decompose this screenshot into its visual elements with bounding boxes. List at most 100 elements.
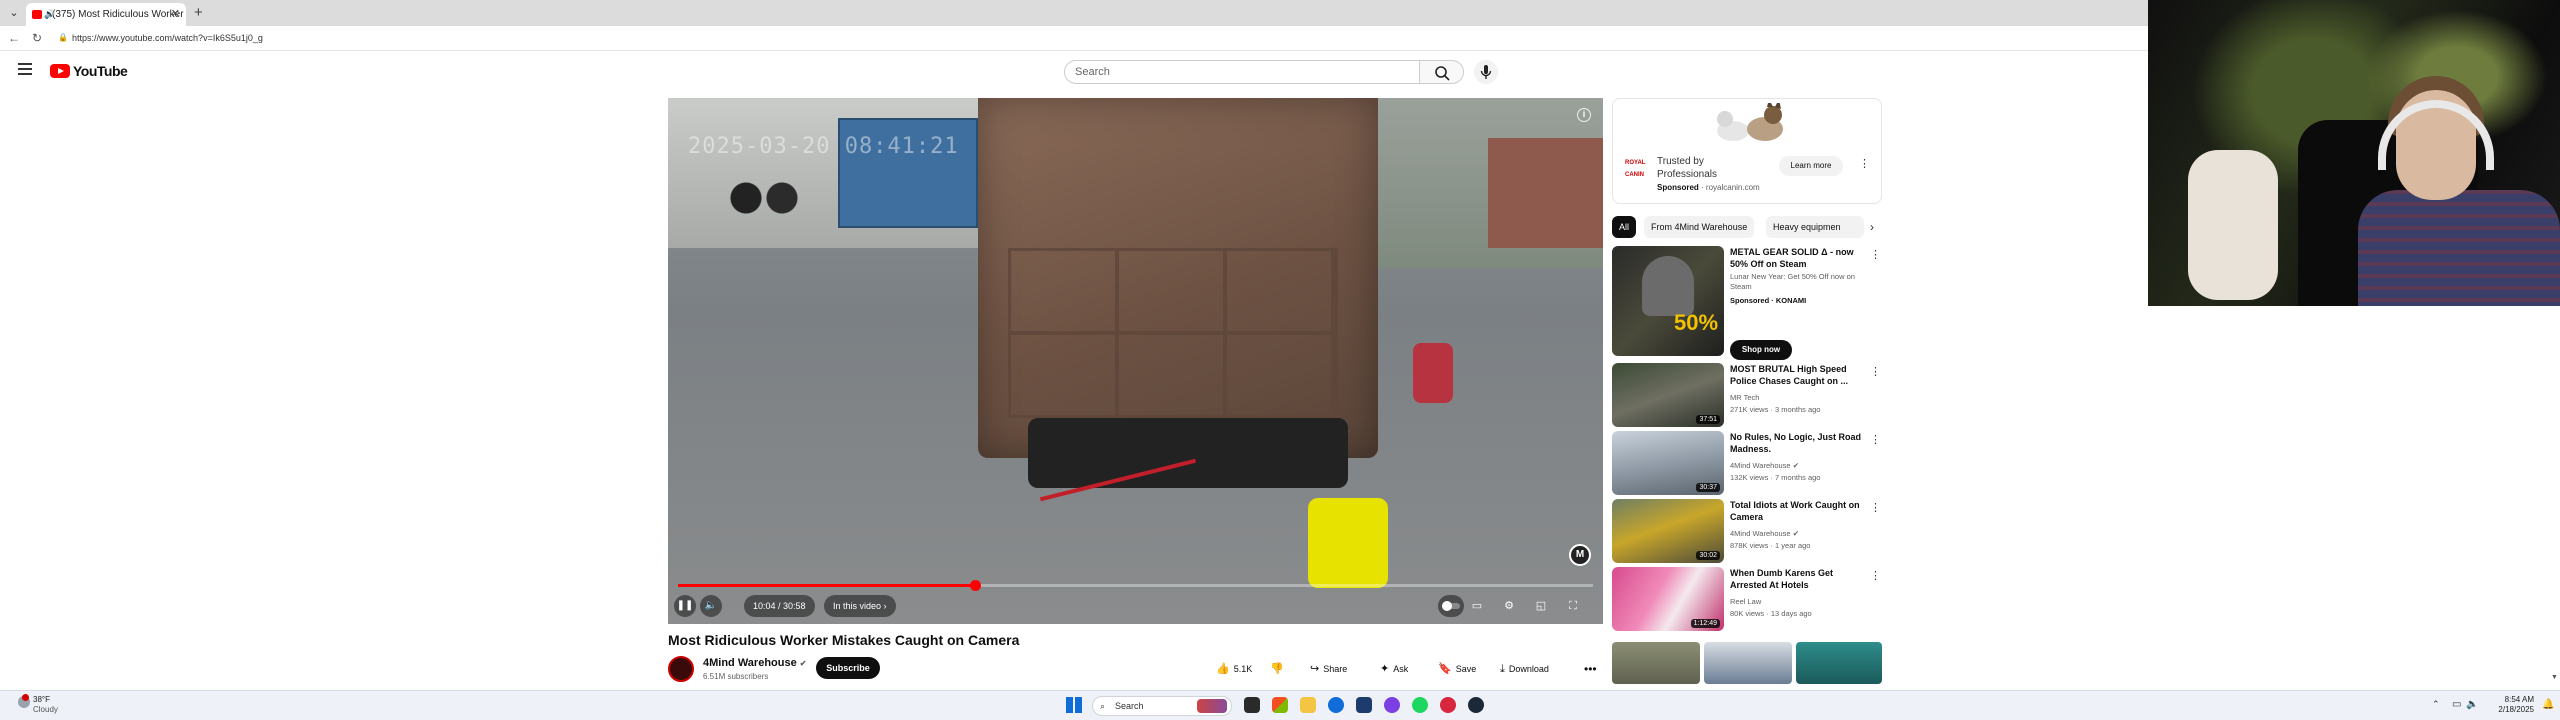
address-bar[interactable]: 🔒 https://www.youtube.com/watch?v=Ik6S5u… xyxy=(58,29,1858,47)
voice-search-button[interactable] xyxy=(1474,60,1498,84)
share-button[interactable]: ↪ Share xyxy=(1310,657,1347,681)
clock-date[interactable]: 2/18/2025 xyxy=(2474,705,2534,714)
settings-gear-icon[interactable]: ⚙ xyxy=(1502,599,1516,613)
recommendation-channel[interactable]: 4Mind Warehouse ✔ xyxy=(1730,461,1799,471)
recommendation-description: Lunar New Year: Get 50% Off now on Steam xyxy=(1730,272,1855,291)
video-player[interactable]: 2025-03-20 08:41:21 i M ❚❚ 🔈 10:04 / 30:… xyxy=(668,98,1603,624)
recommendation-stats: 80K views · 13 days ago xyxy=(1730,609,1812,618)
messenger-icon[interactable] xyxy=(1384,697,1400,713)
chevron-right-icon[interactable]: › xyxy=(1870,216,1874,238)
recommendation-title[interactable]: Total Idiots at Work Caught on Camera xyxy=(1730,499,1862,523)
spotify-icon[interactable] xyxy=(1412,697,1428,713)
short-thumbnail[interactable] xyxy=(1612,642,1700,684)
recommendation-thumbnail[interactable]: 50% xyxy=(1612,246,1724,356)
download-icon: ⤓ xyxy=(1500,663,1505,675)
taskbar-search[interactable]: ⌕ Search xyxy=(1092,696,1232,716)
browser-tab[interactable]: 🔊 (375) Most Ridiculous Worker ✕ xyxy=(26,3,186,26)
recommendation-item[interactable]: 37:51 MOST BRUTAL High Speed Police Chas… xyxy=(1612,363,1882,429)
save-button[interactable]: 🔖 Save xyxy=(1438,657,1476,681)
recommendation-title[interactable]: MOST BRUTAL High Speed Police Chases Cau… xyxy=(1730,363,1862,387)
recommendation-thumbnail[interactable]: 1:12:49 xyxy=(1612,567,1724,631)
recommendation-thumbnail[interactable]: 37:51 xyxy=(1612,363,1724,427)
share-arrow-icon: ↪ xyxy=(1310,663,1320,675)
short-thumbnail[interactable] xyxy=(1796,642,1882,684)
ad-more-icon[interactable]: ⋮ xyxy=(1859,157,1870,170)
tab-title: (375) Most Ridiculous Worker xyxy=(52,9,184,20)
search-highlight-image xyxy=(1197,699,1227,713)
recommendation-thumbnail[interactable]: 30:02 xyxy=(1612,499,1724,563)
autoplay-toggle[interactable] xyxy=(1438,595,1464,617)
recommendation-item[interactable]: 1:12:49 When Dumb Karens Get Arrested At… xyxy=(1612,567,1882,633)
recommendation-channel[interactable]: 4Mind Warehouse ✔ xyxy=(1730,529,1799,539)
steam-icon[interactable] xyxy=(1468,697,1484,713)
recommendation-channel[interactable]: MR Tech xyxy=(1730,393,1759,403)
video-duration: 37:51 xyxy=(1696,415,1720,424)
recommendation-title[interactable]: When Dumb Karens Get Arrested At Hotels xyxy=(1730,567,1862,591)
like-button[interactable]: 👍 5.1K xyxy=(1216,657,1252,681)
network-icon[interactable]: ▭ xyxy=(2452,699,2461,710)
download-label: Download xyxy=(1508,664,1549,674)
recommendation-channel[interactable]: Reel Law xyxy=(1730,597,1761,607)
tray-overflow-chevron-icon[interactable]: ⌃ xyxy=(2432,699,2440,710)
task-view-icon[interactable] xyxy=(1244,697,1260,713)
new-tab-button[interactable]: + xyxy=(194,4,203,22)
volume-button[interactable]: 🔈 xyxy=(700,595,722,617)
channel-name[interactable]: 4Mind Warehouse ✔ xyxy=(703,657,806,669)
weather-temperature: 38°F xyxy=(33,695,50,704)
ad-card[interactable]: ROYAL CANIN Trusted by Professionals Spo… xyxy=(1612,98,1882,204)
video-scene-truck-wheels xyxy=(1028,418,1348,488)
fullscreen-icon[interactable]: ⛶ xyxy=(1566,599,1580,613)
subscribe-button[interactable]: Subscribe xyxy=(816,657,880,679)
recommendation-item[interactable]: 30:37 No Rules, No Logic, Just Road Madn… xyxy=(1612,431,1882,497)
short-thumbnail[interactable] xyxy=(1704,642,1792,684)
recommendation-title[interactable]: No Rules, No Logic, Just Road Madness. xyxy=(1730,431,1862,455)
more-options-icon[interactable]: ⋮ xyxy=(1870,569,1881,582)
speaker-icon[interactable]: 🔊 xyxy=(44,3,55,26)
copilot-icon[interactable] xyxy=(1272,697,1288,713)
info-icon[interactable]: i xyxy=(1577,108,1591,122)
store-icon[interactable] xyxy=(1356,697,1372,713)
edge-browser-icon[interactable] xyxy=(1328,697,1344,713)
download-button[interactable]: ⤓ Download xyxy=(1500,657,1549,681)
verified-check-icon: ✔ xyxy=(1792,529,1799,538)
learn-more-button[interactable]: Learn more xyxy=(1779,156,1843,176)
progress-bar[interactable] xyxy=(678,580,1593,591)
ask-button[interactable]: ✦ Ask xyxy=(1380,657,1408,681)
windows-start-icon[interactable] xyxy=(1066,697,1082,713)
more-options-icon[interactable]: ⋮ xyxy=(1870,248,1881,261)
tab-list-chevron-icon[interactable]: ⌄ xyxy=(6,5,22,21)
notification-bell-icon[interactable]: 🔔 xyxy=(2542,699,2554,710)
recommendation-thumbnail[interactable]: 30:37 xyxy=(1612,431,1724,495)
dislike-button[interactable]: 👎 xyxy=(1270,657,1288,681)
clock-time[interactable]: 8:54 AM xyxy=(2474,695,2534,704)
channel-name-text: 4Mind Warehouse xyxy=(703,657,797,669)
channel-avatar[interactable] xyxy=(668,656,694,682)
scroll-down-arrow-icon[interactable]: ▼ xyxy=(2551,674,2558,681)
shop-now-button[interactable]: Shop now xyxy=(1730,340,1792,360)
back-arrow-icon[interactable]: ← xyxy=(8,30,20,46)
more-options-icon[interactable]: ⋮ xyxy=(1870,365,1881,378)
chapter-button[interactable]: In this video › xyxy=(824,595,896,617)
pause-button[interactable]: ❚❚ xyxy=(674,595,696,617)
file-explorer-icon[interactable] xyxy=(1300,697,1316,713)
chip-from-channel[interactable]: From 4Mind Warehouse xyxy=(1644,216,1755,238)
reload-icon[interactable]: ↻ xyxy=(32,30,42,46)
channel-watermark[interactable]: M xyxy=(1569,544,1591,566)
close-tab-icon[interactable]: ✕ xyxy=(171,3,180,26)
more-actions-icon[interactable]: ••• xyxy=(1584,657,1597,681)
hamburger-menu-icon[interactable] xyxy=(18,63,32,78)
chip-all[interactable]: All xyxy=(1612,216,1637,238)
chrome-icon[interactable] xyxy=(1440,697,1456,713)
miniplayer-icon[interactable]: ◱ xyxy=(1534,599,1548,613)
shorts-strip[interactable] xyxy=(1612,642,1882,684)
search-input[interactable]: Search xyxy=(1064,60,1420,84)
url-text: https://www.youtube.com/watch?v=Ik6S5u1j… xyxy=(72,33,263,43)
more-options-icon[interactable]: ⋮ xyxy=(1870,501,1881,514)
recommendation-title[interactable]: METAL GEAR SOLID Δ - now 50% Off on Stea… xyxy=(1730,246,1862,270)
search-button[interactable] xyxy=(1420,60,1464,84)
subtitles-icon[interactable]: ▭ xyxy=(1470,599,1484,613)
recommendation-item[interactable]: 30:02 Total Idiots at Work Caught on Cam… xyxy=(1612,499,1882,565)
more-options-icon[interactable]: ⋮ xyxy=(1870,433,1881,446)
recommendation-item[interactable]: 50% METAL GEAR SOLID Δ - now 50% Off on … xyxy=(1612,246,1882,362)
chip-heavy-equipment[interactable]: Heavy equipmen xyxy=(1766,216,1864,238)
